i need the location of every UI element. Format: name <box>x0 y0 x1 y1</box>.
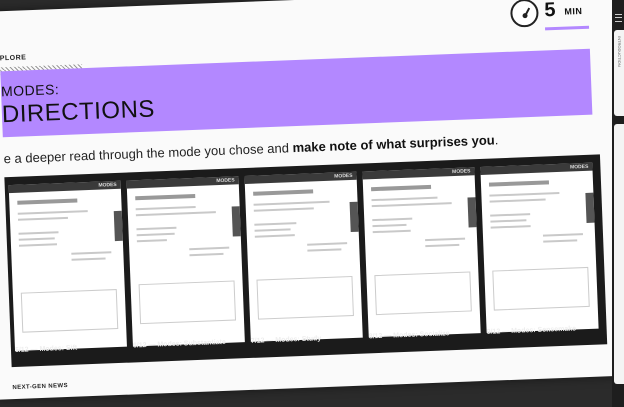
mode-card[interactable]: MODES <box>480 162 599 333</box>
banner-line-2: DIRECTIONS <box>1 95 156 129</box>
footer-brand: NEXT-GEN NEWS <box>12 382 69 392</box>
title-banner: MODES: DIRECTIONS <box>0 48 593 138</box>
card-caption: 5/12 — Modes: Sift <box>14 344 78 354</box>
banner-line-1: MODES: <box>0 81 60 100</box>
card-strip: MODES 5/12 — Modes: Sift MODES 6/12 — Mo… <box>4 154 608 368</box>
tab-introduction[interactable]: INTRODUCTION <box>614 30 624 116</box>
mode-card[interactable]: MODES <box>362 167 481 338</box>
mode-card[interactable]: MODES <box>244 171 363 342</box>
card-caption: 7/12 — Modes: Study <box>250 335 322 345</box>
timer-unit: MIN <box>564 5 583 17</box>
mode-card[interactable]: MODES <box>126 176 245 347</box>
menu-icon[interactable] <box>615 14 622 22</box>
slide: 5 MIN PLORE MODES: DIRECTIONS e a deeper… <box>0 0 624 400</box>
side-panel: INTRODUCTION <box>612 0 624 407</box>
stopwatch-icon <box>509 0 539 28</box>
section-label: PLORE <box>0 54 27 63</box>
timer: 5 MIN <box>509 0 591 34</box>
mode-card[interactable]: MODES <box>8 180 127 351</box>
tab-content[interactable] <box>614 124 624 384</box>
timer-value: 5 <box>543 0 556 22</box>
